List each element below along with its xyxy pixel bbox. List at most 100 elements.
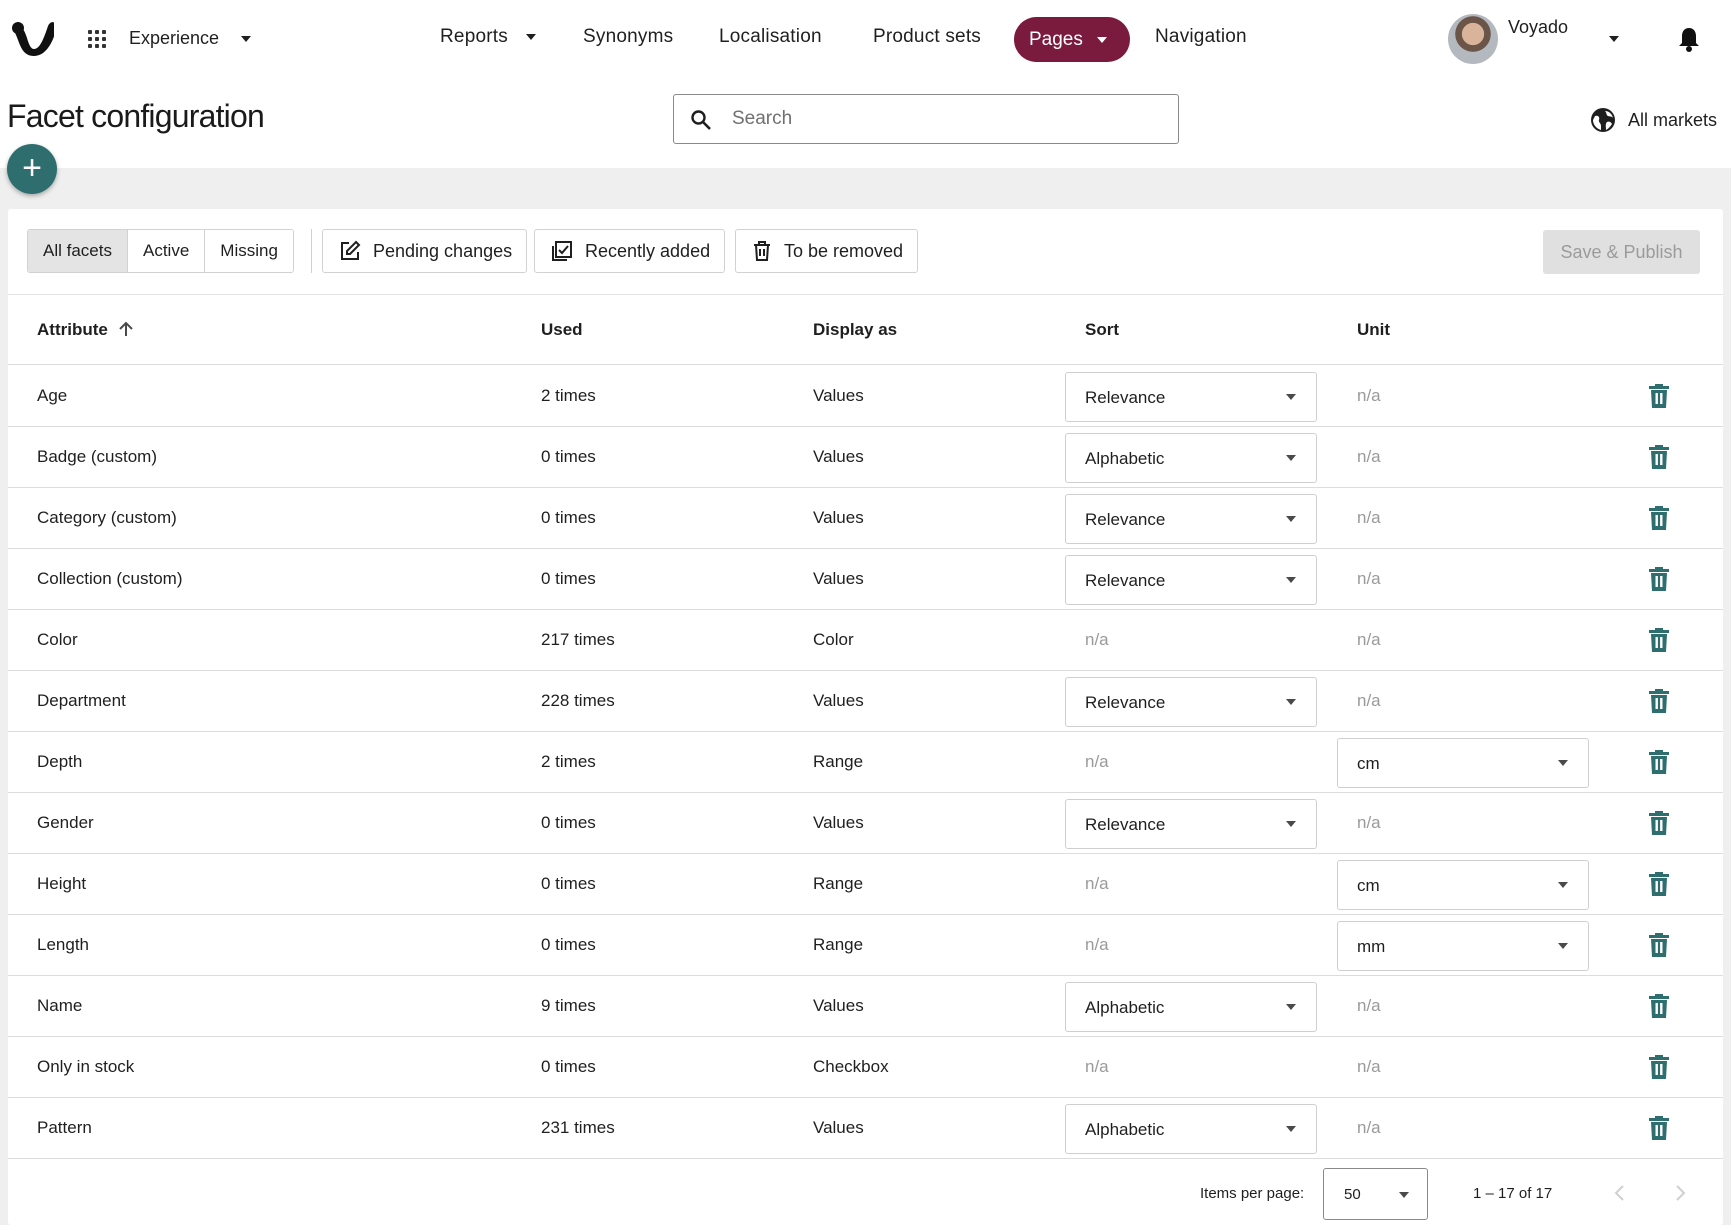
voyado-logo[interactable] [10, 18, 54, 58]
delete-trash-icon[interactable] [1649, 994, 1669, 1018]
sort-ascending-icon [118, 321, 133, 336]
column-header-display-as[interactable]: Display as [813, 320, 897, 340]
sort-select-value: Alphabetic [1085, 1120, 1165, 1139]
delete-trash-icon[interactable] [1649, 811, 1669, 835]
display-as-cell: Range [813, 752, 864, 771]
facet-filter-toggle: All facets Active Missing [27, 229, 294, 273]
items-per-page-label: Items per page: [1200, 1185, 1305, 1202]
sort-select[interactable]: Relevance [1065, 677, 1317, 727]
sort-select-value: Alphabetic [1085, 449, 1165, 468]
nav-synonyms[interactable]: Synonyms [583, 26, 673, 48]
sort-select-value: Relevance [1085, 815, 1166, 834]
sort-select-value: Alphabetic [1085, 998, 1165, 1017]
save-publish-button[interactable]: Save & Publish [1543, 230, 1700, 274]
chevron-down-icon [1096, 36, 1107, 43]
sort-select[interactable]: Alphabetic [1065, 982, 1317, 1032]
nav-navigation[interactable]: Navigation [1155, 26, 1247, 48]
sort-select-value: Relevance [1085, 571, 1166, 590]
nav-navigation-label: Navigation [1155, 26, 1247, 47]
nav-reports[interactable]: Reports [440, 26, 536, 48]
apps-grid-icon[interactable] [88, 30, 106, 48]
used-cell: 2 times [541, 752, 596, 771]
column-header-unit[interactable]: Unit [1357, 320, 1390, 340]
pending-changes-button[interactable]: Pending changes [322, 229, 528, 273]
delete-trash-icon[interactable] [1649, 445, 1669, 469]
display-as-cell: Values [813, 813, 864, 832]
sort-select[interactable]: Relevance [1065, 494, 1317, 544]
previous-page-icon[interactable] [1610, 1182, 1630, 1204]
delete-trash-icon[interactable] [1649, 750, 1669, 774]
user-avatar[interactable] [1448, 14, 1498, 64]
sort-cell: n/a [1085, 935, 1109, 954]
sort-select[interactable]: Alphabetic [1065, 1104, 1317, 1154]
items-per-page-select[interactable]: 50 [1323, 1168, 1428, 1220]
delete-trash-icon[interactable] [1649, 1055, 1669, 1079]
used-cell: 0 times [541, 813, 596, 832]
delete-trash-icon[interactable] [1649, 384, 1669, 408]
chevron-down-icon [1286, 455, 1296, 461]
nav-product-sets[interactable]: Product sets [873, 26, 981, 48]
unit-select[interactable]: cm [1337, 860, 1589, 910]
checklist-icon [552, 241, 572, 261]
to-be-removed-button[interactable]: To be removed [735, 229, 919, 273]
unit-cell: n/a [1357, 691, 1381, 710]
nav-pages[interactable]: Pages [1014, 17, 1130, 62]
add-facet-button[interactable]: + [7, 144, 57, 194]
filter-active[interactable]: Active [127, 230, 206, 272]
sort-select[interactable]: Alphabetic [1065, 433, 1317, 483]
search-field[interactable] [673, 94, 1179, 144]
markets-selector[interactable]: All markets [1590, 107, 1717, 133]
delete-trash-icon[interactable] [1649, 689, 1669, 713]
items-per-page-value: 50 [1344, 1186, 1361, 1203]
chevron-down-icon [525, 33, 536, 40]
toolbar-divider-line [8, 294, 1723, 295]
table-header: Attribute Used Display as Sort Unit [8, 296, 1723, 365]
search-input[interactable] [732, 103, 1162, 135]
delete-trash-icon[interactable] [1649, 506, 1669, 530]
sort-select[interactable]: Relevance [1065, 799, 1317, 849]
column-header-attribute[interactable]: Attribute [37, 320, 133, 340]
pagination-range: 1 – 17 of 17 [1473, 1185, 1553, 1202]
recently-added-button[interactable]: Recently added [534, 229, 726, 273]
unit-cell: n/a [1357, 813, 1381, 832]
unit-select[interactable]: cm [1337, 738, 1589, 788]
sort-select[interactable]: Relevance [1065, 555, 1317, 605]
unit-cell: n/a [1357, 996, 1381, 1015]
attribute-cell: Length [37, 935, 89, 954]
notification-bell-icon[interactable] [1678, 26, 1700, 52]
delete-trash-icon[interactable] [1649, 628, 1669, 652]
sort-select-value: Relevance [1085, 693, 1166, 712]
attribute-cell: Only in stock [37, 1057, 135, 1076]
delete-trash-icon[interactable] [1649, 567, 1669, 591]
used-cell: 0 times [541, 935, 596, 954]
nav-localisation[interactable]: Localisation [719, 26, 822, 48]
app-switcher[interactable]: Experience [129, 28, 251, 49]
display-as-cell: Values [813, 508, 864, 527]
column-header-sort[interactable]: Sort [1085, 320, 1119, 340]
table-row: Color 217 times Color n/a n/a [8, 610, 1723, 671]
filter-missing[interactable]: Missing [205, 230, 293, 272]
display-as-cell: Checkbox [813, 1057, 889, 1076]
chevron-down-icon [1286, 516, 1296, 522]
user-menu-chevron-icon[interactable] [1609, 36, 1619, 42]
user-name: Voyado [1508, 17, 1569, 37]
delete-trash-icon[interactable] [1649, 933, 1669, 957]
attribute-cell: Depth [37, 752, 83, 771]
display-as-cell: Values [813, 569, 864, 588]
used-cell: 9 times [541, 996, 596, 1015]
delete-trash-icon[interactable] [1649, 1116, 1669, 1140]
next-page-icon[interactable] [1670, 1182, 1690, 1204]
app-switcher-label: Experience [129, 28, 220, 48]
table-row: Badge (custom) 0 times Values Alphabetic n/a [8, 427, 1723, 488]
unit-select-value: cm [1357, 754, 1380, 773]
sort-select[interactable]: Relevance [1065, 372, 1317, 422]
sort-cell: n/a [1085, 630, 1109, 649]
top-nav-bar: Experience Reports Synonyms Localisation… [0, 0, 1731, 78]
unit-cell: n/a [1357, 386, 1381, 405]
table-row: Length 0 times Range n/a mm [8, 915, 1723, 976]
unit-select[interactable]: mm [1337, 921, 1589, 971]
filter-all-facets[interactable]: All facets [28, 230, 128, 272]
column-header-used[interactable]: Used [541, 320, 583, 340]
toolbar-divider [311, 229, 312, 273]
delete-trash-icon[interactable] [1649, 872, 1669, 896]
